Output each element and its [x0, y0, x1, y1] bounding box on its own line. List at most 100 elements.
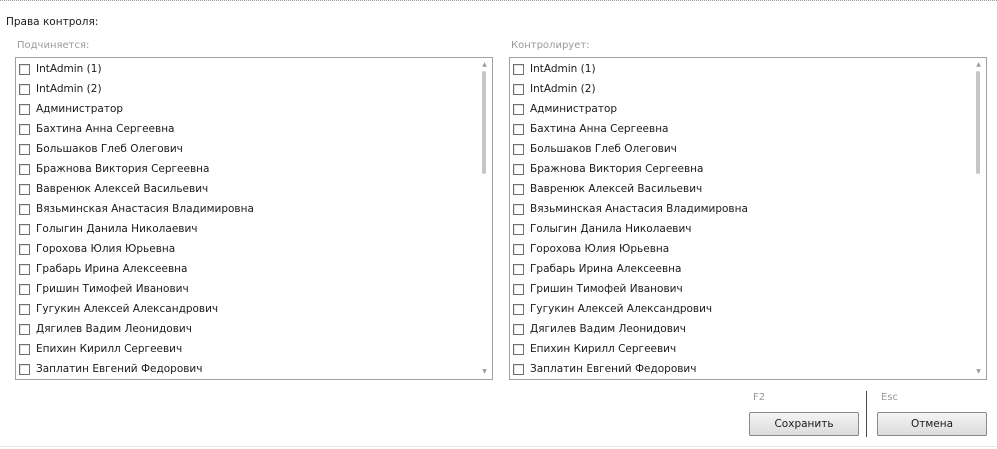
list-item[interactable]: Вязьминская Анастасия Владимировна — [16, 199, 476, 219]
chevron-down-icon: ▼ — [976, 368, 981, 375]
checkbox[interactable] — [513, 183, 524, 195]
list-item-label: Горохова Юлия Юрьевна — [36, 243, 176, 255]
list-item[interactable]: Гришин Тимофей Иванович — [16, 279, 476, 299]
checkbox[interactable] — [513, 323, 524, 335]
list-item-label: Администратор — [36, 103, 124, 115]
save-hotkey-hint: F2 — [753, 392, 766, 403]
checkbox[interactable] — [513, 263, 524, 275]
scroll-up-arrow[interactable]: ▲ — [971, 59, 986, 71]
top-dotted-divider — [0, 0, 997, 1]
list-item[interactable]: IntAdmin (1) — [510, 59, 970, 79]
checkbox[interactable] — [513, 343, 524, 355]
chevron-down-icon: ▼ — [482, 368, 487, 375]
checkbox[interactable] — [19, 223, 30, 235]
checkbox[interactable] — [513, 143, 524, 155]
checkbox[interactable] — [19, 243, 30, 255]
scroll-down-arrow[interactable]: ▼ — [971, 366, 986, 378]
checkbox[interactable] — [19, 363, 30, 375]
list-item[interactable]: Вавренюк Алексей Васильевич — [16, 179, 476, 199]
list-item[interactable]: Вязьминская Анастасия Владимировна — [510, 199, 970, 219]
list-item[interactable]: Бахтина Анна Сергеевна — [16, 119, 476, 139]
checkbox[interactable] — [513, 123, 524, 135]
checkbox[interactable] — [19, 343, 30, 355]
checkbox[interactable] — [513, 103, 524, 115]
list-item-label: Вязьминская Анастасия Владимировна — [530, 203, 748, 215]
list-item-label: Большаков Глеб Олегович — [36, 143, 183, 155]
checkbox[interactable] — [513, 363, 524, 375]
checkbox[interactable] — [513, 163, 524, 175]
scroll-down-arrow[interactable]: ▼ — [477, 366, 492, 378]
checkbox[interactable] — [19, 183, 30, 195]
list-item[interactable]: Большаков Глеб Олегович — [510, 139, 970, 159]
chevron-up-icon: ▲ — [482, 61, 487, 68]
list-item-label: IntAdmin (1) — [36, 63, 102, 75]
list-item[interactable]: Администратор — [16, 99, 476, 119]
list-item[interactable]: Епихин Кирилл Сергеевич — [16, 339, 476, 359]
list-item[interactable]: Епихин Кирилл Сергеевич — [510, 339, 970, 359]
checkbox[interactable] — [19, 103, 30, 115]
checkbox[interactable] — [19, 123, 30, 135]
checkbox[interactable] — [513, 83, 524, 95]
checkbox[interactable] — [19, 143, 30, 155]
list-item[interactable]: Голыгин Данила Николаевич — [16, 219, 476, 239]
list-item-label: Голыгин Данила Николаевич — [36, 223, 198, 235]
list-item[interactable]: Дягилев Вадим Леонидович — [16, 319, 476, 339]
list-item[interactable]: Администратор — [510, 99, 970, 119]
cancel-hotkey-hint: Esc — [881, 392, 899, 403]
list-item-label: Бахтина Анна Сергеевна — [530, 123, 669, 135]
list-item[interactable]: Горохова Юлия Юрьевна — [16, 239, 476, 259]
list-item[interactable]: Большаков Глеб Олегович — [16, 139, 476, 159]
checkbox[interactable] — [19, 263, 30, 275]
checkbox[interactable] — [513, 243, 524, 255]
list-item[interactable]: Грабарь Ирина Алексеевна — [510, 259, 970, 279]
cancel-button[interactable]: Отмена — [877, 412, 987, 436]
save-button[interactable]: Сохранить — [749, 412, 859, 436]
checkbox[interactable] — [513, 283, 524, 295]
checkbox[interactable] — [19, 283, 30, 295]
list-item[interactable]: Вавренюк Алексей Васильевич — [510, 179, 970, 199]
subordinate-listbox[interactable]: IntAdmin (1) IntAdmin (2) Администратор Бах… — [15, 57, 493, 380]
list-item[interactable]: Бражнова Виктория Сергеевна — [510, 159, 970, 179]
checkbox[interactable] — [513, 223, 524, 235]
checkbox[interactable] — [19, 203, 30, 215]
section-title: Права контроля: — [6, 16, 99, 28]
controls-scrollbar[interactable]: ▲ ▼ — [971, 58, 986, 379]
list-item[interactable]: Гугукин Алексей Александрович — [16, 299, 476, 319]
list-item-label: Дягилев Вадим Леонидович — [530, 323, 686, 335]
checkbox[interactable] — [19, 63, 30, 75]
controls-label: Контролирует: — [511, 40, 590, 51]
checkbox[interactable] — [19, 163, 30, 175]
list-item-label: Бражнова Виктория Сергеевна — [36, 163, 210, 175]
list-item[interactable]: Голыгин Данила Николаевич — [510, 219, 970, 239]
scroll-thumb[interactable] — [482, 71, 486, 174]
checkbox[interactable] — [513, 63, 524, 75]
scroll-thumb[interactable] — [976, 71, 980, 174]
list-item[interactable]: IntAdmin (2) — [16, 79, 476, 99]
checkbox[interactable] — [19, 83, 30, 95]
list-item[interactable]: Бахтина Анна Сергеевна — [510, 119, 970, 139]
subordinate-scrollbar[interactable]: ▲ ▼ — [477, 58, 492, 379]
list-item[interactable]: Грабарь Ирина Алексеевна — [16, 259, 476, 279]
list-item-label: Горохова Юлия Юрьевна — [530, 243, 670, 255]
list-item[interactable]: Бражнова Виктория Сергеевна — [16, 159, 476, 179]
list-item[interactable]: Горохова Юлия Юрьевна — [510, 239, 970, 259]
scroll-up-arrow[interactable]: ▲ — [477, 59, 492, 71]
list-item[interactable]: IntAdmin (1) — [16, 59, 476, 79]
list-item-label: Гришин Тимофей Иванович — [530, 283, 683, 295]
checkbox[interactable] — [19, 323, 30, 335]
checkbox[interactable] — [513, 303, 524, 315]
controls-listbox[interactable]: IntAdmin (1) IntAdmin (2) Администратор Бах… — [509, 57, 987, 380]
list-item-label: Бражнова Виктория Сергеевна — [530, 163, 704, 175]
list-item[interactable]: Заплатин Евгений Федорович — [510, 359, 970, 379]
list-item[interactable]: Дягилев Вадим Леонидович — [510, 319, 970, 339]
list-item[interactable]: Гугукин Алексей Александрович — [510, 299, 970, 319]
list-item[interactable]: IntAdmin (2) — [510, 79, 970, 99]
chevron-up-icon: ▲ — [976, 61, 981, 68]
list-item[interactable]: Гришин Тимофей Иванович — [510, 279, 970, 299]
list-item[interactable]: Заплатин Евгений Федорович — [16, 359, 476, 379]
checkbox[interactable] — [19, 303, 30, 315]
button-divider — [866, 391, 867, 437]
list-item-label: IntAdmin (2) — [530, 83, 596, 95]
checkbox[interactable] — [513, 203, 524, 215]
list-item-label: Большаков Глеб Олегович — [530, 143, 677, 155]
